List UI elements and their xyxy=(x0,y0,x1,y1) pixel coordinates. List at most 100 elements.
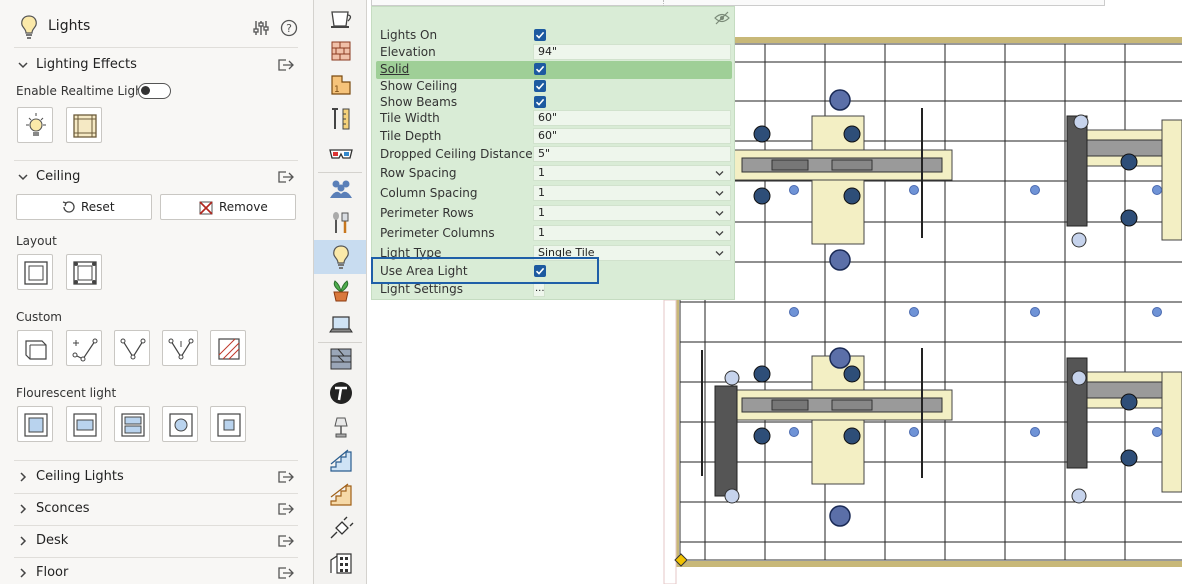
export-icon[interactable] xyxy=(277,534,295,548)
help-icon[interactable]: ? xyxy=(280,19,298,37)
realtime-lights-toggle[interactable] xyxy=(138,83,171,99)
property-row[interactable]: Column Spacing 1 xyxy=(376,185,732,202)
custom-tool-2[interactable] xyxy=(66,330,102,366)
property-row[interactable]: Dropped Ceiling Distance 5" xyxy=(376,146,732,163)
round-light-icon xyxy=(169,413,193,437)
flourescent-tool-4[interactable] xyxy=(162,406,198,442)
office-chair xyxy=(753,125,771,143)
category-people[interactable] xyxy=(314,172,366,206)
flourescent-tool-1[interactable] xyxy=(17,406,53,442)
chevron-right-icon[interactable] xyxy=(18,504,28,514)
custom-tool-1[interactable] xyxy=(17,330,53,366)
custom-tool-3[interactable] xyxy=(114,330,150,366)
flourescent-tool-2[interactable] xyxy=(66,406,102,442)
property-label: Column Spacing xyxy=(380,186,478,200)
category-3d-view[interactable] xyxy=(314,136,366,170)
property-row[interactable]: Lights On xyxy=(376,27,732,44)
property-row[interactable]: Solid xyxy=(376,61,732,79)
export-icon[interactable] xyxy=(277,502,295,516)
category-rooms[interactable]: 1 xyxy=(314,68,366,102)
chevron-down-icon xyxy=(715,188,724,202)
property-label: Light Settings xyxy=(380,282,463,296)
property-row[interactable]: Tile Width 60" xyxy=(376,110,732,127)
chevron-down-icon[interactable] xyxy=(18,172,28,182)
property-row[interactable]: Show Ceiling xyxy=(376,78,732,95)
category-coffee[interactable] xyxy=(314,0,366,34)
property-row[interactable]: Perimeter Columns 1 xyxy=(376,225,732,242)
custom-label: Custom xyxy=(16,310,62,324)
category-electronics[interactable] xyxy=(314,308,366,342)
flourescent-tool-5[interactable] xyxy=(210,406,246,442)
property-checkbox[interactable] xyxy=(534,80,546,92)
export-icon[interactable] xyxy=(277,566,295,580)
category-text[interactable] xyxy=(314,376,366,410)
property-row[interactable]: Perimeter Rows 1 xyxy=(376,205,732,222)
section-desk-title[interactable]: Desk xyxy=(36,533,68,548)
property-checkbox[interactable] xyxy=(534,63,546,75)
layout-tool-2[interactable] xyxy=(66,254,102,290)
property-checkbox[interactable] xyxy=(534,96,546,108)
remove-button[interactable]: Remove xyxy=(160,194,296,220)
realtime-lights-label: Enable Realtime Lights xyxy=(16,84,154,98)
section-floor-title[interactable]: Floor xyxy=(36,565,68,580)
property-label: Perimeter Rows xyxy=(380,206,474,220)
property-row[interactable]: Elevation 94" xyxy=(376,44,732,61)
property-dropdown[interactable]: 1 xyxy=(533,165,731,181)
chevron-right-icon[interactable] xyxy=(18,472,28,482)
lightbulb-icon xyxy=(333,245,349,269)
category-railing[interactable] xyxy=(314,478,366,512)
ceiling-light-dot xyxy=(1152,185,1162,195)
category-plants[interactable] xyxy=(314,274,366,308)
property-dropdown[interactable]: 1 xyxy=(533,205,731,221)
layout-tool-1[interactable] xyxy=(17,254,53,290)
property-input[interactable]: 94" xyxy=(533,44,731,60)
category-lights-selected[interactable] xyxy=(314,240,366,274)
ceiling-light-dot xyxy=(909,307,919,317)
property-dropdown[interactable]: 1 xyxy=(533,185,731,201)
flourescent-tool-3[interactable] xyxy=(114,406,150,442)
category-tools[interactable] xyxy=(314,102,366,136)
section-ceiling-title[interactable]: Ceiling xyxy=(36,169,80,184)
ceiling-box-icon xyxy=(25,340,47,360)
custom-tool-4[interactable] xyxy=(162,330,198,366)
category-kitchen[interactable] xyxy=(314,206,366,240)
category-materials[interactable] xyxy=(314,342,366,376)
export-icon[interactable] xyxy=(277,470,295,484)
section-lighting-effects-title[interactable]: Lighting Effects xyxy=(36,57,137,72)
chevron-right-icon[interactable] xyxy=(18,536,28,546)
export-icon[interactable] xyxy=(277,170,295,184)
custom-tool-5[interactable] xyxy=(210,330,246,366)
reset-button[interactable]: Reset xyxy=(16,194,152,220)
property-dropdown[interactable]: 1 xyxy=(533,225,731,241)
section-ceiling-lights-title[interactable]: Ceiling Lights xyxy=(36,469,124,484)
section-sconces-title[interactable]: Sconces xyxy=(36,501,90,516)
category-buildings[interactable] xyxy=(314,546,366,580)
category-stairs[interactable] xyxy=(314,444,366,478)
ceiling-light-dot xyxy=(1030,185,1040,195)
property-row[interactable]: Show Beams xyxy=(376,94,732,111)
window-light-tool[interactable] xyxy=(66,107,102,143)
property-input[interactable]: 5" xyxy=(533,146,731,162)
tools-icon xyxy=(332,108,350,130)
category-lamps[interactable] xyxy=(314,410,366,444)
eye-hidden-icon[interactable] xyxy=(714,11,730,25)
property-input[interactable]: 60" xyxy=(533,110,731,126)
settings-sliders-icon[interactable] xyxy=(252,19,270,37)
ceiling-light-dot xyxy=(789,307,799,317)
property-label: Solid xyxy=(380,62,410,76)
property-row[interactable]: Row Spacing 1 xyxy=(376,165,732,182)
ceiling-light-large xyxy=(829,347,851,369)
hatched-region-icon xyxy=(218,338,240,360)
category-electrical[interactable] xyxy=(314,512,366,546)
property-input[interactable]: 60" xyxy=(533,128,731,144)
sun-light-tool[interactable] xyxy=(17,107,53,143)
category-walls[interactable] xyxy=(314,34,366,68)
chevron-right-icon[interactable] xyxy=(18,568,28,578)
export-icon[interactable] xyxy=(277,58,295,72)
ceiling-light-dot xyxy=(789,427,799,437)
chevron-down-icon[interactable] xyxy=(18,60,28,70)
property-checkbox[interactable] xyxy=(534,29,546,41)
layout-label: Layout xyxy=(16,234,57,248)
property-row[interactable]: Tile Depth 60" xyxy=(376,128,732,145)
property-value: 1 xyxy=(538,206,545,219)
